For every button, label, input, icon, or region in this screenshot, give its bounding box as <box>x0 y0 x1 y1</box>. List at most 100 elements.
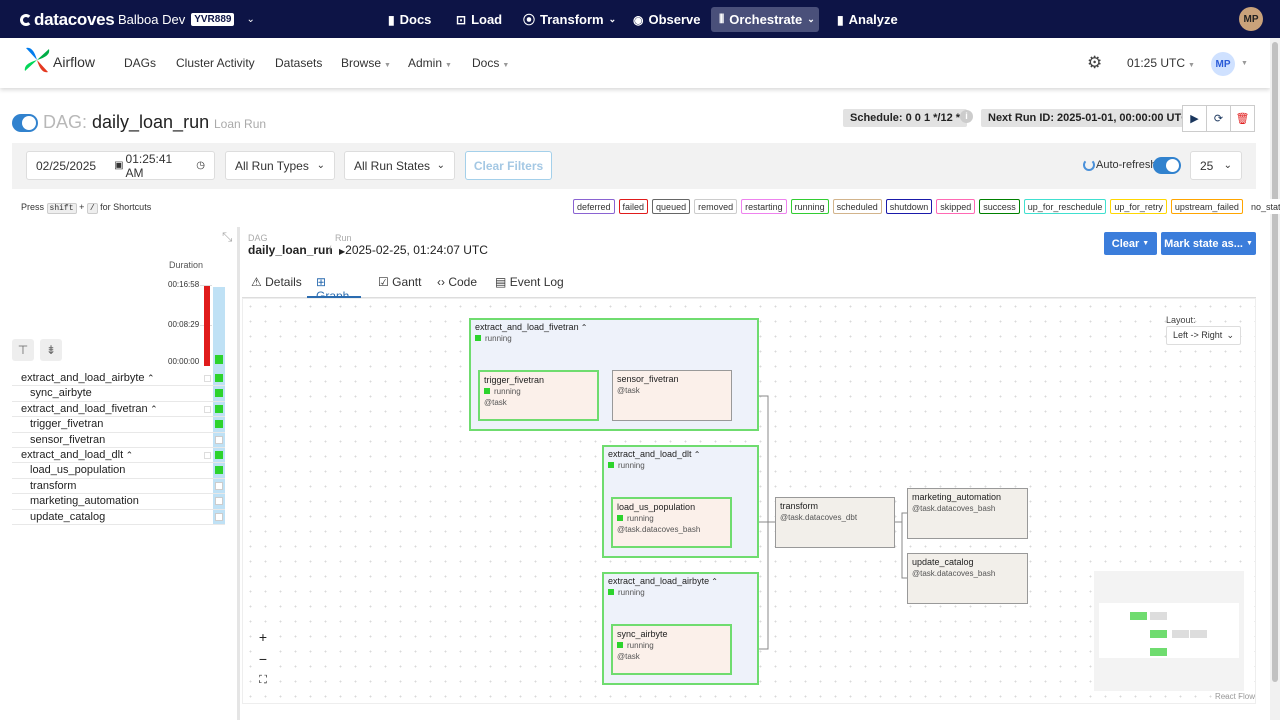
topnav-docs[interactable]: ▮ Docs <box>380 7 439 32</box>
task-row[interactable]: marketing_automation <box>12 494 225 510</box>
task-instance-cell[interactable] <box>215 374 223 382</box>
task-node-update-catalog[interactable]: update_catalog @task.datacoves_bash <box>907 553 1028 604</box>
tab-details[interactable]: ⚠ Details <box>251 275 302 298</box>
task-node-sensor-fivetran[interactable]: sensor_fivetran @task <box>612 370 732 421</box>
group-status-cell[interactable] <box>204 451 211 459</box>
run-types-select[interactable]: All Run Types ⌄ <box>225 151 335 180</box>
scrollbar-thumb[interactable] <box>1272 42 1278 682</box>
task-row[interactable]: load_us_population <box>12 463 225 479</box>
chevron-up-icon[interactable]: ⌃ <box>123 450 134 460</box>
task-node-trigger-fivetran[interactable]: trigger_fivetran running @task <box>478 370 599 421</box>
nav-dags[interactable]: DAGs <box>124 56 156 70</box>
auto-refresh-toggle[interactable] <box>1153 157 1181 174</box>
nav-cluster-activity[interactable]: Cluster Activity <box>176 56 255 70</box>
task-row[interactable]: sync_airbyte <box>12 386 225 402</box>
topnav-orchestrate[interactable]: ⦀ Orchestrate ⌄ <box>711 7 819 32</box>
legend-removed[interactable]: removed <box>694 199 738 214</box>
task-instance-cell[interactable] <box>215 389 223 398</box>
task-instance-cell[interactable] <box>215 435 223 444</box>
chevron-up-icon[interactable]: ⌃ <box>145 373 155 383</box>
nav-browse[interactable]: Browse ▼ <box>341 56 391 70</box>
collapse-all-button[interactable]: ⇟ <box>40 339 62 361</box>
gear-icon[interactable]: ⚙ <box>1087 53 1102 73</box>
expand-all-button[interactable]: ⊤ <box>12 339 34 361</box>
task-instance-cell[interactable] <box>215 466 223 475</box>
clear-button[interactable]: Clear ▼ <box>1104 232 1157 255</box>
task-row[interactable]: extract_and_load_dlt ⌃ <box>12 448 225 464</box>
run-count-select[interactable]: 25 ⌄ <box>1190 151 1242 180</box>
datacoves-logo[interactable]: datacoves <box>20 10 115 30</box>
task-instance-cell[interactable] <box>215 450 223 459</box>
zoom-out-button[interactable]: − <box>252 648 274 669</box>
chevron-up-icon[interactable]: ⌃ <box>148 404 158 414</box>
react-flow-attribution[interactable]: React Flow <box>1215 692 1255 701</box>
legend-shutdown[interactable]: shutdown <box>885 199 933 214</box>
legend-skipped[interactable]: skipped <box>936 199 976 214</box>
layout-select[interactable]: Left -> Right ⌄ <box>1166 326 1241 345</box>
airflow-pinwheel-icon[interactable] <box>23 46 51 74</box>
run-duration-bar[interactable] <box>204 286 210 366</box>
nav-docs[interactable]: Docs ▼ <box>472 56 509 70</box>
tab-gantt[interactable]: ☑ Gantt <box>378 275 421 298</box>
legend-up-for-retry[interactable]: up_for_retry <box>1110 199 1167 214</box>
breadcrumb-run[interactable]: ▶2025-02-25, 01:24:07 UTC <box>339 243 488 257</box>
task-row[interactable]: extract_and_load_airbyte ⌃ <box>12 371 225 387</box>
nav-admin[interactable]: Admin ▼ <box>408 56 452 70</box>
airflow-user-avatar[interactable]: MP <box>1211 52 1235 76</box>
legend-up-for-reschedule[interactable]: up_for_reschedule <box>1023 199 1107 214</box>
page-scrollbar[interactable] <box>1270 38 1280 720</box>
info-icon[interactable]: i <box>960 110 973 123</box>
task-node-marketing-automation[interactable]: marketing_automation @task.datacoves_bas… <box>907 488 1028 539</box>
legend-deferred[interactable]: deferred <box>573 199 615 214</box>
task-row[interactable]: extract_and_load_fivetran ⌃ <box>12 402 225 418</box>
breadcrumb-dag[interactable]: daily_loan_run <box>248 243 333 257</box>
environment-selector[interactable]: Balboa Dev YVR889 ⌄ <box>118 12 255 27</box>
tab-code[interactable]: ‹› Code <box>437 275 477 298</box>
task-instance-cell[interactable] <box>215 512 223 521</box>
legend-queued[interactable]: queued <box>652 199 691 214</box>
topnav-analyze[interactable]: ▮ Analyze <box>829 7 906 32</box>
legend-success[interactable]: success <box>979 199 1020 214</box>
group-status-cell[interactable] <box>204 375 211 382</box>
minimap-viewport[interactable] <box>1099 603 1239 658</box>
task-node-transform[interactable]: transform @task.datacoves_dbt <box>775 497 895 548</box>
topnav-load[interactable]: ⊡ Load <box>448 7 510 32</box>
run-duration-bar-current[interactable] <box>215 355 223 364</box>
fit-view-button[interactable]: ⛶ <box>252 670 274 691</box>
trigger-dag-button[interactable]: ▶ <box>1182 105 1207 132</box>
task-row[interactable]: sensor_fivetran <box>12 433 225 448</box>
zoom-in-button[interactable]: + <box>252 626 274 647</box>
task-row[interactable]: trigger_fivetran <box>12 417 225 433</box>
group-status-cell[interactable] <box>204 405 211 413</box>
legend-failed[interactable]: failed <box>618 199 649 214</box>
base-date-input[interactable]: 02/25/2025 ▣ 01:25:41 AM ◷ <box>26 151 215 180</box>
nav-datasets[interactable]: Datasets <box>275 56 322 70</box>
task-node-sync-airbyte[interactable]: sync_airbyte running @task <box>611 624 732 675</box>
task-instance-cell[interactable] <box>215 481 223 490</box>
run-states-select[interactable]: All Run States ⌄ <box>344 151 455 180</box>
tab-event-log[interactable]: ▤ Event Log <box>495 275 564 298</box>
legend-scheduled[interactable]: scheduled <box>832 199 882 214</box>
task-row[interactable]: transform <box>12 479 225 495</box>
legend-no-status[interactable]: no_status <box>1246 199 1280 214</box>
task-instance-cell[interactable] <box>215 497 223 506</box>
dag-pause-toggle[interactable] <box>12 114 38 132</box>
timezone-selector[interactable]: 01:25 UTC ▼ <box>1127 56 1195 70</box>
task-node-load-us-population[interactable]: load_us_population running @task.datacov… <box>611 497 732 548</box>
topnav-observe[interactable]: ◉ Observe <box>625 7 709 32</box>
clear-filters-button[interactable]: Clear Filters <box>465 151 552 180</box>
legend-upstream-failed[interactable]: upstream_failed <box>1170 199 1243 214</box>
parse-dag-button[interactable]: ⟳ <box>1206 105 1231 132</box>
airflow-title[interactable]: Airflow <box>53 54 95 70</box>
collapse-grid-icon[interactable]: ⤡ <box>222 229 232 245</box>
user-avatar[interactable]: MP <box>1239 7 1263 31</box>
delete-dag-button[interactable]: 🗑 <box>1230 105 1255 132</box>
legend-running[interactable]: running <box>790 199 829 214</box>
task-instance-cell[interactable] <box>215 420 223 429</box>
panel-divider[interactable] <box>237 227 240 720</box>
task-row[interactable]: update_catalog <box>12 510 225 525</box>
topnav-transform[interactable]: ⦿ Transform ⌄ <box>515 7 624 32</box>
task-instance-cell[interactable] <box>215 404 223 413</box>
tab-graph[interactable]: ⊞ Graph <box>307 275 361 303</box>
mark-state-button[interactable]: Mark state as... ▼ <box>1161 232 1256 255</box>
